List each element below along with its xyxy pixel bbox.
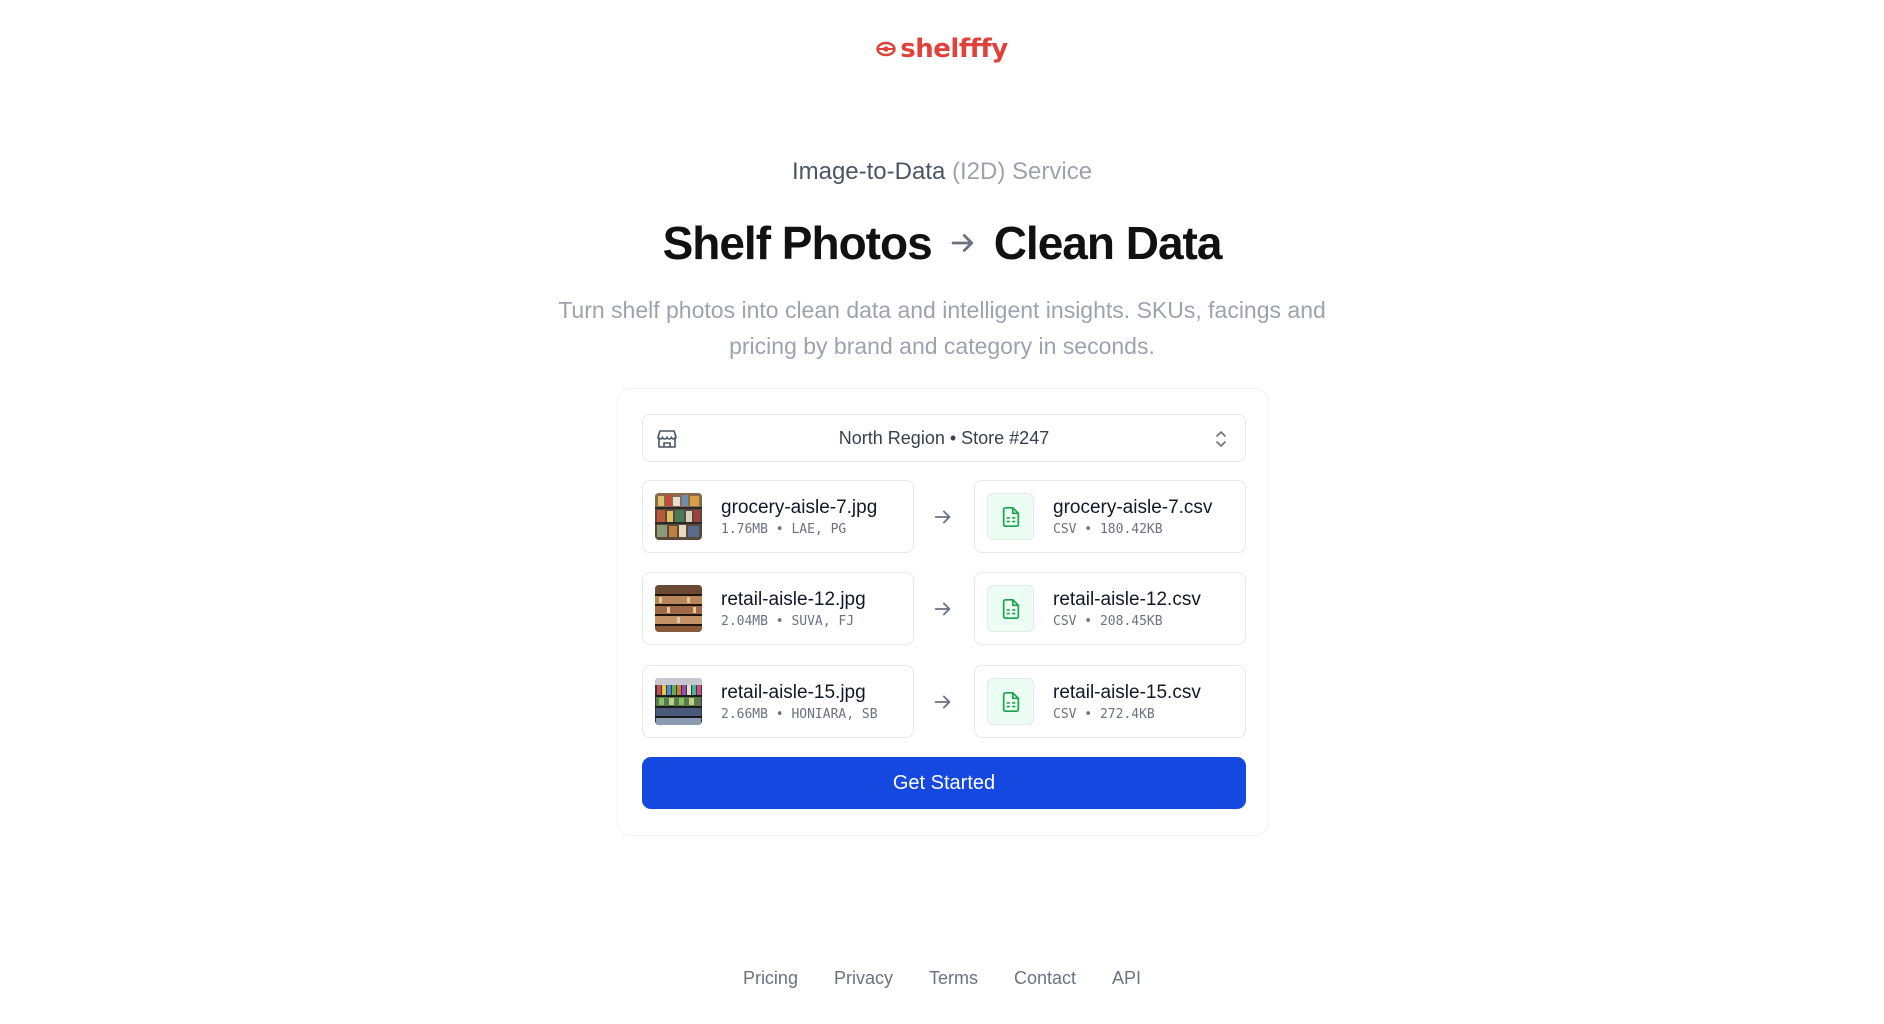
output-csv-file[interactable]: grocery-aisle-7.csv CSV • 180.42KB [974,480,1246,553]
arrow-right-icon [934,602,951,616]
headline-left: Shelf Photos [662,217,933,269]
output-file-name: retail-aisle-12.csv [1053,588,1201,610]
conversion-row: grocery-aisle-7.jpg 1.76MB • LAE, PG gro… [642,480,1246,553]
csv-file-icon-badge [987,585,1034,632]
source-image-file[interactable]: retail-aisle-15.jpg 2.66MB • HONIARA, SB [642,665,914,738]
shelf-photo-thumbnail [655,678,702,725]
csv-file-icon-badge [987,678,1034,725]
footer-link-pricing[interactable]: Pricing [743,968,798,989]
store-selector-value: North Region • Store #247 [838,427,1050,448]
source-file-name: retail-aisle-12.jpg [721,588,866,610]
source-file-name: grocery-aisle-7.jpg [721,496,878,518]
eyebrow-main: Image-to-Data [791,158,946,185]
source-image-file[interactable]: retail-aisle-12.jpg 2.04MB • SUVA, FJ [642,572,914,645]
spreadsheet-file-icon [1002,506,1019,527]
conversion-row: retail-aisle-12.jpg 2.04MB • SUVA, FJ re… [642,572,1246,645]
arrow-right-icon [934,510,951,524]
brand-name: shelfffy [900,34,1008,64]
footer-link-terms[interactable]: Terms [929,968,978,989]
csv-file-icon-badge [987,493,1034,540]
landing-page: shelfffy Image-to-Data (I2D) Service She… [0,0,1884,1024]
headline-right: Clean Data [993,217,1223,269]
service-eyebrow: Image-to-Data (I2D) Service [0,158,1884,186]
output-file-meta: CSV • 180.42KB [1053,521,1163,537]
source-image-file[interactable]: grocery-aisle-7.jpg 1.76MB • LAE, PG [642,480,914,553]
footer-link-contact[interactable]: Contact [1014,968,1076,989]
spreadsheet-file-icon [1002,691,1019,712]
brand-logo[interactable]: shelfffy [0,34,1884,64]
arrow-right-icon [951,234,973,252]
spreadsheet-file-icon [1002,598,1019,619]
hero-description: Turn shelf photos into clean data and in… [558,297,1326,359]
footer-link-api[interactable]: API [1112,968,1141,989]
store-icon [657,430,677,448]
output-file-meta: CSV • 208.45KB [1053,613,1163,629]
footer-link-privacy[interactable]: Privacy [834,968,893,989]
output-csv-file[interactable]: retail-aisle-12.csv CSV • 208.45KB [974,572,1246,645]
source-file-meta: 2.66MB • HONIARA, SB [721,706,878,722]
store-selector[interactable]: North Region • Store #247 [642,414,1246,462]
page-headline: Shelf Photos Clean Data [0,216,1884,270]
conversion-row: retail-aisle-15.jpg 2.66MB • HONIARA, SB… [642,665,1246,738]
output-file-meta: CSV • 272.4KB [1053,706,1155,722]
get-started-button[interactable]: Get Started [642,757,1246,809]
eye-logo-icon [876,41,896,57]
shelf-photo-thumbnail [655,585,702,632]
chevron-up-down-icon [1216,431,1226,447]
footer-nav: Pricing Privacy Terms Contact API [0,968,1884,989]
output-file-name: retail-aisle-15.csv [1053,681,1201,703]
shelf-photo-thumbnail [655,493,702,540]
eyebrow-suffix: (I2D) Service [952,158,1093,185]
source-file-meta: 2.04MB • SUVA, FJ [721,613,855,629]
arrow-right-icon [934,695,951,709]
output-file-name: grocery-aisle-7.csv [1053,496,1213,518]
source-file-name: retail-aisle-15.jpg [721,681,866,703]
conversion-card: North Region • Store #247 grocery-aisle-… [617,388,1269,836]
source-file-meta: 1.76MB • LAE, PG [721,521,847,537]
output-csv-file[interactable]: retail-aisle-15.csv CSV • 272.4KB [974,665,1246,738]
